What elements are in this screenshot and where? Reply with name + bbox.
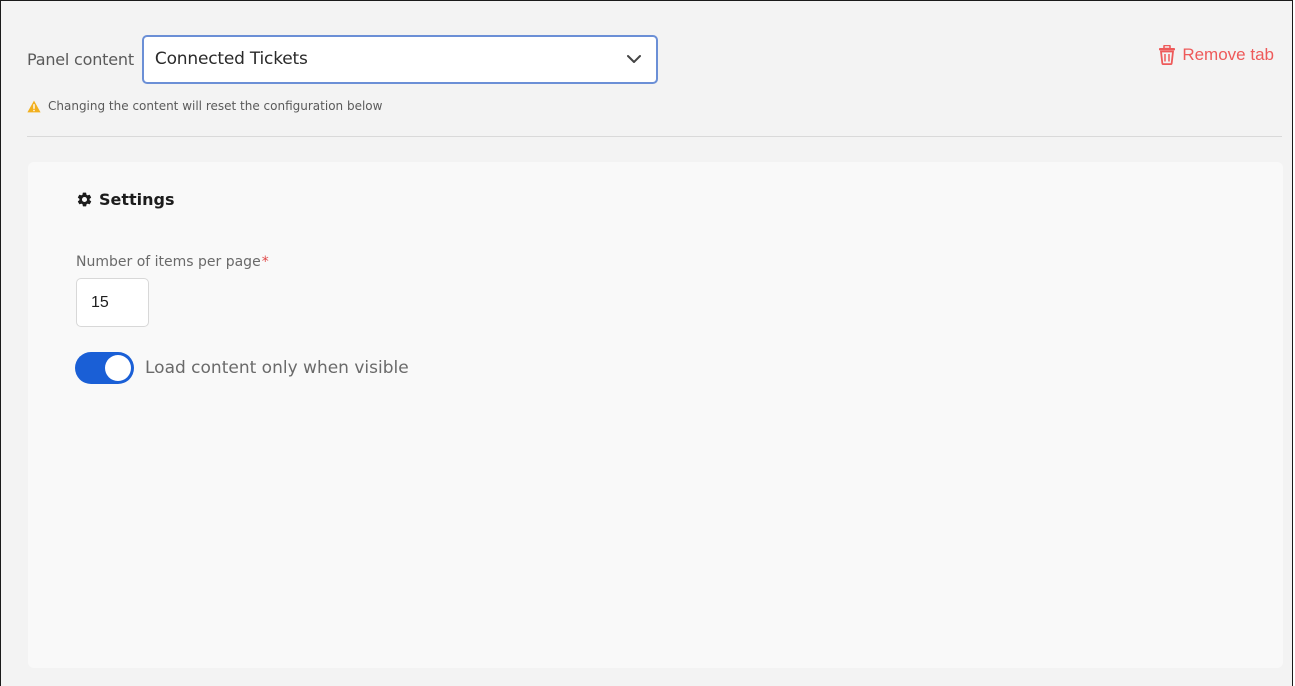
trash-icon bbox=[1159, 45, 1176, 65]
items-per-page-label: Number of items per page* bbox=[76, 254, 269, 270]
lazy-load-label: Load content only when visible bbox=[145, 358, 409, 378]
divider bbox=[27, 136, 1282, 137]
panel-config-container: Panel content Connected Tickets Remove t… bbox=[0, 0, 1293, 686]
lazy-load-toggle[interactable] bbox=[75, 352, 134, 384]
panel-content-select[interactable]: Connected Tickets bbox=[141, 34, 658, 84]
panel-content-row: Panel content Connected Tickets bbox=[27, 34, 658, 84]
lazy-load-row: Load content only when visible bbox=[75, 352, 409, 384]
warning-text: Changing the content will reset the conf… bbox=[48, 99, 383, 113]
items-per-page-input[interactable] bbox=[76, 278, 149, 327]
panel-content-selected-value: Connected Tickets bbox=[154, 49, 308, 69]
content-reset-warning: Changing the content will reset the conf… bbox=[27, 99, 382, 113]
settings-card: Settings Number of items per page* Load … bbox=[28, 162, 1283, 668]
items-per-page-label-text: Number of items per page bbox=[76, 254, 261, 270]
settings-heading: Settings bbox=[76, 190, 175, 209]
remove-tab-label: Remove tab bbox=[1182, 45, 1274, 64]
gear-icon bbox=[77, 192, 92, 207]
chevron-down-icon bbox=[626, 55, 641, 63]
required-marker: * bbox=[261, 254, 269, 270]
warning-icon bbox=[27, 100, 41, 112]
settings-title: Settings bbox=[99, 190, 175, 209]
panel-content-label: Panel content bbox=[27, 49, 134, 69]
toggle-knob bbox=[105, 355, 131, 381]
remove-tab-button[interactable]: Remove tab bbox=[1158, 45, 1274, 65]
